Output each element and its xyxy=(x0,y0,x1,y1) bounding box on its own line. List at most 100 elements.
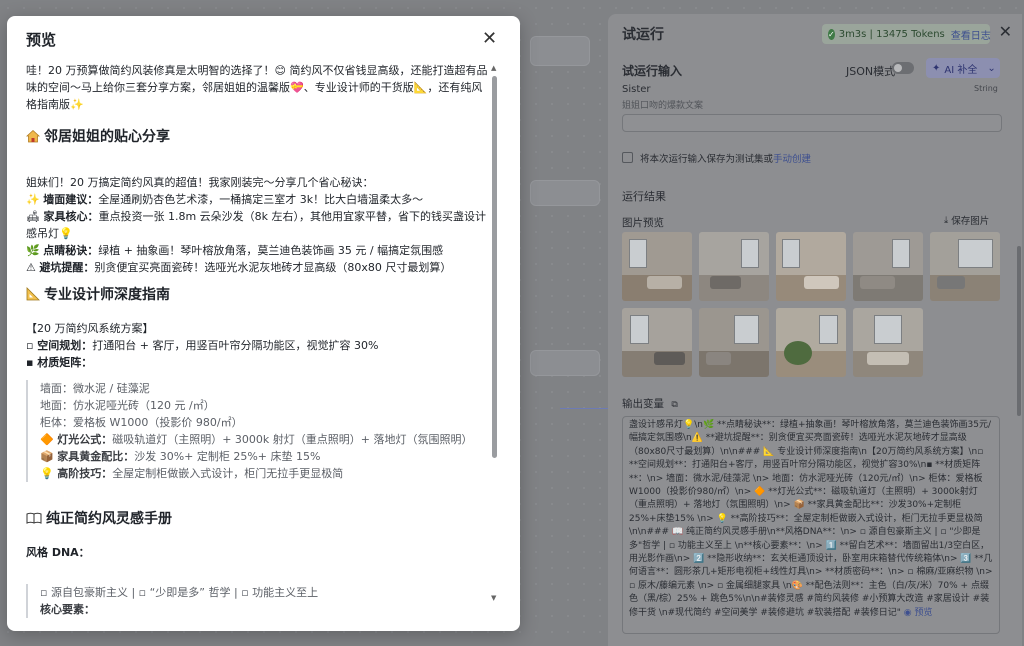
workflow-node[interactable] xyxy=(530,350,600,376)
warning-icon: ⚠ xyxy=(26,261,36,274)
save-testset-label: 将本次运行输入保存为测试集或手动创建 xyxy=(640,151,811,165)
json-mode-toggle[interactable] xyxy=(892,62,914,74)
quote-item: 💡 高阶技巧：全屋定制柜做嵌入式设计，柜门无拉手更显极简 xyxy=(40,465,490,482)
diamond-icon: 🔶 xyxy=(40,433,54,446)
quote-item-label: 灯光公式： xyxy=(57,433,113,446)
tip-item: ⚠ 避坑提醒：别贪便宜买亮面瓷砖！选哑光水泥灰地砖才显高级（80x80 尺寸最划… xyxy=(26,259,490,276)
sparkle-icon: ✦ xyxy=(932,62,941,74)
view-log-link[interactable]: 查看日志 xyxy=(951,27,991,42)
quote-item-text: 沙发 30%+ 定制柜 25%+ 床垫 15% xyxy=(134,450,321,463)
output-variable-label: 输出变量 ⧉ xyxy=(622,396,678,411)
quote-line: 柜体：爱格板 W1000（投影价 980/㎡） xyxy=(40,416,243,429)
modal-title: 预览 xyxy=(26,31,57,49)
run-stats: 3m3s | 13475 Tokens xyxy=(838,28,945,40)
result-image-thumb[interactable] xyxy=(853,308,923,377)
section1-lead: 姐妹们！20 万搞定简约风真的超值！我家刚装完～分享几个省心秘诀： xyxy=(26,176,374,189)
manual-create-link[interactable]: 手动创建 xyxy=(773,154,811,165)
preview-link-label: 预览 xyxy=(914,607,933,618)
copy-icon[interactable]: ⧉ xyxy=(671,400,677,410)
quote-item-text: 全屋定制柜做嵌入式设计，柜门无拉手更显极简 xyxy=(112,467,344,480)
panel-scrollbar[interactable] xyxy=(1017,246,1021,416)
ai-fill-button[interactable]: ✦ AI 补全 ⌄ xyxy=(926,58,1000,78)
workflow-node[interactable] xyxy=(530,36,590,66)
result-image-thumb[interactable] xyxy=(776,308,846,377)
open-book-icon xyxy=(26,512,42,524)
tip-text: 别贪便宜买亮面瓷砖！选哑光水泥灰地砖才显高级（80x80 尺寸最划算） xyxy=(94,261,452,274)
modal-content: 哇！20 万预算做简约风装修真是太明智的选择了！😊 简约风不仅省钱显高级，还能打… xyxy=(26,62,490,622)
space-text: 打通阳台 + 客厅，用竖百叶帘分隔功能区，视觉扩容 30% xyxy=(92,339,379,352)
dna-quote: ▫ 源自包豪斯主义 | ▫ “少即是多” 哲学 | ▫ 功能主义至上 核心要素： xyxy=(26,584,490,618)
section-heading-neighbor: 邻居姐姐的贴心分享 xyxy=(26,126,490,148)
section-heading-handbook: 纯正简约风灵感手册 xyxy=(26,508,490,530)
plan-title: 【20 万简约风系统方案】 xyxy=(26,322,154,335)
workflow-node[interactable] xyxy=(530,180,600,206)
preview-modal: 预览 ✕ 哇！20 万预算做简约风装修真是太明智的选择了！😊 简约风不仅省钱显高… xyxy=(7,16,520,631)
tip-label: 避坑提醒： xyxy=(39,261,95,274)
download-icon: ⤓ xyxy=(944,214,949,226)
quote-item: 🔶 灯光公式：磁吸轨道灯（主照明）+ 3000k 射灯（重点照明）+ 落地灯（氛… xyxy=(40,431,490,448)
tip-item: ✨ 墙面建议：全屋通刷奶杏色艺术漆，一桶搞定三室才 3k！比大白墙温柔太多～ xyxy=(26,191,490,208)
result-image-thumb[interactable] xyxy=(930,232,1000,301)
section-heading-designer: 专业设计师深度指南 xyxy=(26,284,490,306)
tip-text: 绿植 + 抽象画！琴叶榕放角落，莫兰迪色装饰画 35 元 / 幅搞定氛围感 xyxy=(98,244,444,257)
dna-line: ▫ 源自包豪斯主义 | ▫ “少即是多” 哲学 | ▫ 功能主义至上 xyxy=(40,586,319,599)
scroll-down-icon[interactable]: ▼ xyxy=(491,594,496,602)
intro-paragraph: 哇！20 万预算做简约风装修真是太明智的选择了！😊 简约风不仅省钱显高级，还能打… xyxy=(26,64,488,111)
output-variable-text: 输出变量 xyxy=(622,398,664,410)
core-elements-label: 核心要素： xyxy=(40,603,95,616)
scroll-up-icon[interactable]: ▲ xyxy=(491,64,496,72)
scrollbar-thumb[interactable] xyxy=(492,76,497,458)
save-testset-checkbox[interactable] xyxy=(622,152,633,163)
param-description: 姐姐口吻的爆款文案 xyxy=(622,101,704,111)
output-preview-link[interactable]: ◉ 预览 xyxy=(904,608,933,618)
result-image-thumb[interactable] xyxy=(622,232,692,301)
section-heading-text: 专业设计师深度指南 xyxy=(44,287,170,303)
result-image-thumb[interactable] xyxy=(776,232,846,301)
quote-line: 地面：仿水泥哑光砖（120 元 /㎡） xyxy=(40,399,215,412)
quote-item: 📦 家具黄金配比：沙发 30%+ 定制柜 25%+ 床垫 15% xyxy=(40,448,490,465)
close-icon[interactable]: ✕ xyxy=(999,22,1012,41)
tip-item: 🌿 点睛秘诀：绿植 + 抽象画！琴叶榕放角落，莫兰迪色装饰画 35 元 / 幅搞… xyxy=(26,242,490,259)
style-dna-label: 风格 DNA： xyxy=(26,546,90,559)
result-image-thumb[interactable] xyxy=(853,232,923,301)
leaf-icon: 🌿 xyxy=(26,244,40,257)
run-status-badge: ✓ 3m3s | 13475 Tokens 查看日志 xyxy=(822,24,991,44)
save-images-label: 保存图片 xyxy=(951,216,990,227)
quote-item-label: 家具黄金配比： xyxy=(57,450,135,463)
sister-input[interactable] xyxy=(622,114,1002,132)
panel-title: 试运行 xyxy=(622,27,664,43)
tip-item: 🛋 家具核心：重点投资一张 1.8m 云朵沙发（8k 左右），其他用宜家平替，省… xyxy=(26,208,490,242)
param-name: Sister xyxy=(622,84,651,95)
chevron-down-icon: ⌄ xyxy=(987,62,996,74)
close-icon[interactable]: ✕ xyxy=(482,28,497,49)
tip-label: 家具核心： xyxy=(43,210,99,223)
quote-line: 墙面：微水泥 / 硅藻泥 xyxy=(40,382,150,395)
ai-fill-label: AI 补全 xyxy=(944,64,978,76)
tip-label: 点睛秘诀： xyxy=(43,244,99,257)
sofa-icon: 🛋 xyxy=(26,210,40,223)
test-run-panel: 试运行 ✓ 3m3s | 13475 Tokens 查看日志 ✕ 试运行输入 J… xyxy=(608,14,1022,646)
triangle-ruler-icon xyxy=(26,287,40,301)
section-heading-text: 邻居姐姐的贴心分享 xyxy=(44,129,170,145)
quote-item-text: 磁吸轨道灯（主照明）+ 3000k 射灯（重点照明）+ 落地灯（氛围照明） xyxy=(112,433,473,446)
save-testset-text: 将本次运行输入保存为测试集或 xyxy=(640,154,774,165)
output-text: 盏设计感吊灯💡\n🌿 **点睛秘诀**：绿植+抽象画！琴叶榕放角落，莫兰迪色装饰… xyxy=(629,420,993,618)
lightbulb-icon: 💡 xyxy=(40,467,54,480)
tip-label: 墙面建议： xyxy=(43,193,99,206)
json-mode-label: JSON模式 xyxy=(846,65,896,78)
space-plan: ▫ 空间规划：打通阳台 + 客厅，用竖百叶帘分隔功能区，视觉扩容 30% xyxy=(26,337,490,354)
section-heading-text: 纯正简约风灵感手册 xyxy=(46,511,172,527)
result-image-thumb[interactable] xyxy=(699,232,769,301)
package-icon: 📦 xyxy=(40,450,54,463)
modal-scrollbar[interactable]: ▲ ▼ xyxy=(490,64,500,604)
result-image-thumb[interactable] xyxy=(699,308,769,377)
material-label: ▪ 材质矩阵： xyxy=(26,356,93,369)
space-label: ▫ 空间规划： xyxy=(26,339,93,352)
sparkle-icon: ✨ xyxy=(26,193,40,206)
result-image-thumb[interactable] xyxy=(622,308,692,377)
image-preview-label: 图片预览 xyxy=(622,217,664,229)
save-images-button[interactable]: ⤓ 保存图片 xyxy=(940,211,1002,229)
house-icon xyxy=(26,129,40,143)
input-section-title: 试运行输入 xyxy=(622,64,683,78)
output-variable-box[interactable]: 盏设计感吊灯💡\n🌿 **点睛秘诀**：绿植+抽象画！琴叶榕放角落，莫兰迪色装饰… xyxy=(622,416,1000,634)
